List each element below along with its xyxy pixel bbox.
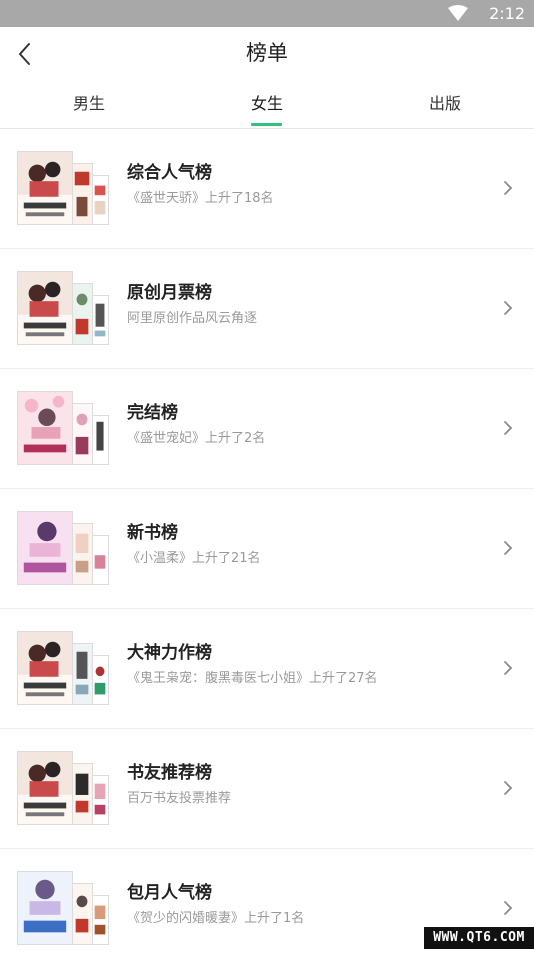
tab-label: 出版 bbox=[428, 94, 461, 113]
active-tab-indicator bbox=[251, 123, 282, 126]
header: 榜单 bbox=[0, 27, 534, 79]
book-cover-image bbox=[17, 391, 73, 465]
book-cover-image bbox=[91, 175, 109, 225]
book-cover-image bbox=[17, 751, 73, 825]
tab-publish[interactable]: 出版 bbox=[356, 80, 534, 128]
tab-label: 男生 bbox=[72, 94, 105, 113]
status-time: 2:12 bbox=[489, 4, 525, 23]
chevron-right-icon bbox=[502, 899, 514, 917]
ranking-subtitle: 《盛世宠妃》上升了2名 bbox=[127, 431, 266, 446]
ranking-subtitle: 阿里原创作品风云角逐 bbox=[127, 311, 258, 326]
book-cover-image bbox=[71, 643, 93, 705]
book-cover-image bbox=[17, 151, 73, 225]
ranking-row[interactable]: 综合人气榜 《盛世天骄》上升了18名 bbox=[0, 129, 534, 249]
ranking-row[interactable]: 包月人气榜 《贺少的闪婚暖妻》上升了1名 bbox=[0, 849, 534, 968]
book-cover-image bbox=[91, 775, 109, 825]
book-cover-image bbox=[17, 271, 73, 345]
book-covers bbox=[17, 151, 109, 225]
ranking-subtitle: 《贺少的闪婚暖妻》上升了1名 bbox=[127, 911, 305, 926]
book-cover-image bbox=[91, 535, 109, 585]
ranking-row[interactable]: 原创月票榜 阿里原创作品风云角逐 bbox=[0, 249, 534, 369]
ranking-title: 包月人气榜 bbox=[127, 883, 212, 903]
ranking-row[interactable]: 完结榜 《盛世宠妃》上升了2名 bbox=[0, 369, 534, 489]
tab-male[interactable]: 男生 bbox=[0, 80, 178, 128]
ranking-subtitle: 《小温柔》上升了21名 bbox=[127, 551, 261, 566]
book-covers bbox=[17, 511, 109, 585]
tab-label: 女生 bbox=[250, 94, 283, 113]
ranking-title: 新书榜 bbox=[127, 523, 178, 543]
book-cover-image bbox=[91, 895, 109, 945]
chevron-right-icon bbox=[502, 419, 514, 437]
chevron-right-icon bbox=[502, 659, 514, 677]
book-cover-image bbox=[71, 283, 93, 345]
site-watermark: WWW.QT6.COM bbox=[424, 927, 534, 949]
chevron-right-icon bbox=[502, 539, 514, 557]
book-cover-image bbox=[71, 883, 93, 945]
chevron-right-icon bbox=[502, 779, 514, 797]
book-cover-image bbox=[71, 163, 93, 225]
book-cover-image bbox=[91, 655, 109, 705]
ranking-title: 综合人气榜 bbox=[127, 163, 212, 183]
ranking-title: 大神力作榜 bbox=[127, 643, 212, 663]
status-bar: 2:12 bbox=[0, 0, 534, 27]
book-covers bbox=[17, 271, 109, 345]
ranking-row[interactable]: 新书榜 《小温柔》上升了21名 bbox=[0, 489, 534, 609]
tab-bar: 男生 女生 出版 bbox=[0, 80, 534, 129]
book-cover-image bbox=[91, 295, 109, 345]
ranking-title: 原创月票榜 bbox=[127, 283, 212, 303]
book-covers bbox=[17, 391, 109, 465]
ranking-title: 书友推荐榜 bbox=[127, 763, 212, 783]
chevron-right-icon bbox=[502, 299, 514, 317]
book-cover-image bbox=[91, 415, 109, 465]
tab-female[interactable]: 女生 bbox=[178, 80, 356, 128]
ranking-subtitle: 《鬼王枭宠：腹黑毒医七小姐》上升了27名 bbox=[127, 671, 378, 686]
book-covers bbox=[17, 871, 109, 945]
ranking-row[interactable]: 书友推荐榜 百万书友投票推荐 bbox=[0, 729, 534, 849]
book-cover-image bbox=[17, 871, 73, 945]
chevron-right-icon bbox=[502, 179, 514, 197]
book-cover-image bbox=[71, 403, 93, 465]
ranking-subtitle: 百万书友投票推荐 bbox=[127, 791, 232, 806]
book-covers bbox=[17, 751, 109, 825]
ranking-row[interactable]: 大神力作榜 《鬼王枭宠：腹黑毒医七小姐》上升了27名 bbox=[0, 609, 534, 729]
ranking-list: 综合人气榜 《盛世天骄》上升了18名 原创月票榜 阿里原创作品风云角逐 完结榜 … bbox=[0, 129, 534, 968]
page-title: 榜单 bbox=[246, 41, 288, 65]
book-cover-image bbox=[17, 511, 73, 585]
ranking-title: 完结榜 bbox=[127, 403, 178, 423]
book-cover-image bbox=[17, 631, 73, 705]
book-cover-image bbox=[71, 523, 93, 585]
book-cover-image bbox=[71, 763, 93, 825]
wifi-icon bbox=[448, 5, 468, 21]
book-covers bbox=[17, 631, 109, 705]
ranking-subtitle: 《盛世天骄》上升了18名 bbox=[127, 191, 274, 206]
